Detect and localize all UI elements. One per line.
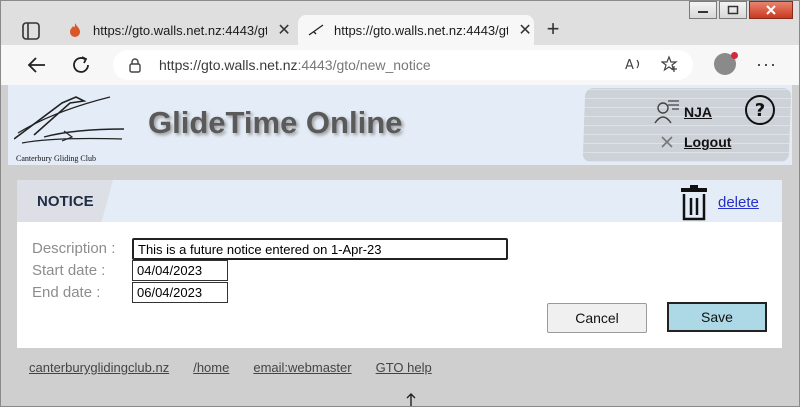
footer-link-club-site[interactable]: canterburyglidingclub.nz bbox=[29, 360, 169, 375]
favorite-star-icon[interactable] bbox=[661, 55, 679, 73]
svg-text:A: A bbox=[625, 58, 634, 73]
address-bar[interactable]: https://gto.walls.net.nz:4443/gto/new_no… bbox=[113, 50, 693, 80]
help-icon[interactable]: ? bbox=[744, 94, 776, 126]
end-date-input[interactable] bbox=[132, 282, 228, 303]
description-label: Description : bbox=[32, 240, 116, 257]
tab-title: https://gto.walls.net.nz:4443/gto/ bbox=[334, 22, 509, 38]
trash-icon[interactable] bbox=[678, 185, 710, 221]
user-link[interactable]: NJA bbox=[654, 99, 712, 125]
mouse-cursor-icon bbox=[406, 393, 416, 406]
maximize-button[interactable] bbox=[719, 1, 747, 19]
refresh-icon[interactable] bbox=[69, 53, 93, 77]
close-window-button[interactable] bbox=[749, 1, 793, 19]
user-icon bbox=[654, 100, 679, 124]
notice-heading: NOTICE bbox=[17, 180, 113, 222]
profile-avatar[interactable] bbox=[714, 52, 739, 75]
address-bar-actions: A bbox=[625, 55, 679, 73]
footer-links: canterburyglidingclub.nz /home email:web… bbox=[29, 360, 432, 375]
description-input[interactable] bbox=[132, 238, 508, 260]
browser-toolbar: https://gto.walls.net.nz:4443/gto/new_no… bbox=[1, 45, 799, 85]
tab-actions-icon[interactable] bbox=[19, 19, 43, 43]
window-controls bbox=[687, 1, 793, 19]
cancel-button[interactable]: Cancel bbox=[547, 303, 647, 333]
url-text: https://gto.walls.net.nz:4443/gto/new_no… bbox=[159, 57, 431, 73]
page-content: Canterbury Gliding Club GlideTime Online… bbox=[8, 85, 792, 401]
settings-menu-icon[interactable]: ··· bbox=[756, 54, 777, 75]
read-aloud-icon[interactable]: A bbox=[625, 55, 643, 73]
logout-link[interactable]: Logout bbox=[660, 134, 731, 150]
start-date-label: Start date : bbox=[32, 262, 106, 279]
footer-link-webmaster[interactable]: email:webmaster bbox=[253, 360, 351, 375]
browser-window: https://gto.walls.net.nz:4443/gto/ ✕ htt… bbox=[0, 0, 800, 407]
svg-text:Canterbury Gliding Club: Canterbury Gliding Club bbox=[16, 154, 96, 163]
minimize-button[interactable] bbox=[689, 1, 717, 19]
end-date-label: End date : bbox=[32, 284, 101, 301]
new-tab-button[interactable]: + bbox=[541, 17, 565, 41]
fire-favicon-icon bbox=[70, 23, 80, 37]
save-button[interactable]: Save bbox=[667, 302, 767, 332]
club-logo[interactable]: Canterbury Gliding Club bbox=[14, 91, 128, 165]
site-header: Canterbury Gliding Club GlideTime Online… bbox=[8, 85, 792, 165]
site-title: GlideTime Online bbox=[148, 105, 403, 140]
notice-form: NOTICE delete Description : Start date :… bbox=[17, 180, 782, 348]
notice-header: NOTICE delete bbox=[17, 180, 782, 222]
browser-tab-1[interactable]: https://gto.walls.net.nz:4443/gto/ ✕ bbox=[57, 15, 293, 45]
delete-link[interactable]: delete bbox=[718, 194, 759, 211]
tab-close-icon[interactable]: ✕ bbox=[275, 20, 293, 40]
lock-icon[interactable] bbox=[127, 57, 143, 73]
browser-tab-2[interactable]: https://gto.walls.net.nz:4443/gto/ ✕ bbox=[298, 15, 534, 45]
glider-favicon-icon bbox=[308, 24, 324, 36]
tab-title: https://gto.walls.net.nz:4443/gto/ bbox=[93, 22, 268, 38]
back-arrow-icon[interactable] bbox=[25, 53, 49, 77]
tab-close-icon[interactable]: ✕ bbox=[516, 20, 534, 40]
footer-link-home[interactable]: /home bbox=[193, 360, 229, 375]
tab-strip: https://gto.walls.net.nz:4443/gto/ ✕ htt… bbox=[1, 1, 799, 45]
logout-x-icon bbox=[661, 136, 673, 148]
start-date-input[interactable] bbox=[132, 260, 228, 281]
svg-text:?: ? bbox=[755, 100, 765, 121]
footer-link-gto-help[interactable]: GTO help bbox=[376, 360, 432, 375]
toolbar-right: ··· bbox=[714, 52, 777, 75]
